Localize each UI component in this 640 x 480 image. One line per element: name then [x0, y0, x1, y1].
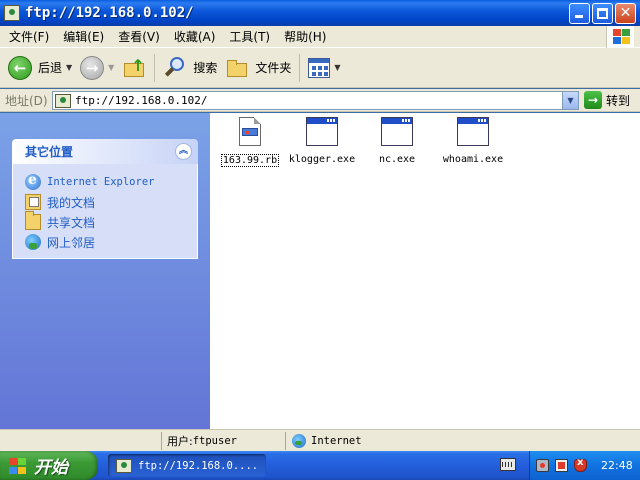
file-item[interactable]: 163.99.rb: [210, 117, 290, 167]
folder-up-icon: ↑: [122, 56, 146, 79]
folders-icon: [225, 57, 249, 79]
maximize-button[interactable]: [592, 3, 613, 24]
internet-zone-icon: [292, 433, 306, 448]
network-places-icon: [25, 234, 41, 250]
ftp-folder-icon: [116, 458, 132, 473]
start-button[interactable]: 开始: [0, 451, 98, 480]
menu-favorites[interactable]: 收藏(A): [167, 27, 223, 47]
close-icon: ✕: [619, 5, 632, 21]
toolbar: ← 后退 ▼ → ▼ ↑ 搜索 文件夹 ▼: [0, 48, 640, 88]
other-places-list: Internet Explorer 我的文档 共享文档 网上邻居: [12, 164, 198, 259]
forward-arrow-icon: →: [80, 55, 105, 80]
taskbar-window-label: ftp://192.168.0....: [138, 459, 259, 472]
views-dropdown-icon[interactable]: ▼: [334, 63, 340, 72]
taskbar-window-button[interactable]: ftp://192.168.0....: [108, 454, 266, 477]
go-button[interactable]: → 转到: [584, 91, 630, 109]
toolbar-divider: [299, 53, 301, 82]
toolbar-divider: [154, 53, 156, 82]
other-places-title: 其它位置: [25, 145, 74, 159]
search-label: 搜索: [193, 61, 218, 75]
my-documents-icon: [25, 194, 41, 210]
address-dropdown-icon[interactable]: ▼: [562, 92, 578, 109]
folders-button[interactable]: 文件夹: [221, 52, 295, 84]
status-user: 用户: ftpuser: [161, 431, 286, 450]
address-input[interactable]: ftp://192.168.0.102/ ▼: [52, 91, 579, 110]
menu-view[interactable]: 查看(V): [111, 27, 167, 47]
place-my-documents[interactable]: 我的文档: [25, 192, 197, 212]
title-bar[interactable]: ftp://192.168.0.102/ ✕: [0, 0, 640, 26]
close-button[interactable]: ✕: [615, 3, 636, 24]
back-arrow-icon: ←: [8, 55, 32, 80]
shared-documents-icon: [25, 211, 41, 230]
go-arrow-icon: →: [584, 91, 602, 109]
ruby-file-icon: [234, 117, 266, 149]
other-places-panel: 其它位置 ︽ Internet Explorer 我的文档 共享文档 网上邻居: [12, 139, 198, 259]
place-label: 共享文档: [47, 215, 96, 230]
collapse-chevron-icon[interactable]: ︽: [175, 143, 192, 160]
forward-dropdown-icon[interactable]: ▼: [108, 63, 114, 72]
window-controls: ✕: [569, 3, 636, 24]
maximize-icon: [597, 8, 608, 19]
file-item[interactable]: klogger.exe: [282, 117, 362, 165]
exe-icon: [381, 117, 413, 149]
menu-file[interactable]: 文件(F): [0, 27, 56, 47]
file-name: klogger.exe: [288, 154, 356, 165]
place-network-places[interactable]: 网上邻居: [25, 232, 197, 252]
network-status-icon[interactable]: [536, 459, 549, 472]
ftp-folder-icon: [55, 93, 71, 108]
menu-help[interactable]: 帮助(H): [277, 27, 333, 47]
zone-label: Internet: [311, 434, 362, 447]
windows-logo-icon: [8, 457, 28, 475]
minimize-button[interactable]: [569, 3, 590, 24]
views-button[interactable]: ▼: [304, 52, 344, 84]
file-name: 163.99.rb: [220, 154, 280, 167]
file-name: whoami.exe: [442, 154, 504, 165]
address-value: ftp://192.168.0.102/: [75, 94, 208, 107]
file-item[interactable]: nc.exe: [357, 117, 437, 165]
keyboard-icon[interactable]: [500, 458, 516, 471]
window-title: ftp://192.168.0.102/: [25, 5, 194, 21]
user-label: 用户:: [167, 434, 193, 448]
file-list: 163.99.rb klogger.exe nc.exe whoami.exe: [210, 113, 640, 429]
views-icon: [308, 57, 331, 78]
place-label: 我的文档: [47, 195, 96, 210]
status-bar: 用户: ftpuser Internet: [0, 429, 640, 451]
place-label: Internet Explorer: [47, 176, 155, 188]
place-shared-documents[interactable]: 共享文档: [25, 211, 197, 232]
forward-button[interactable]: → ▼: [76, 52, 118, 84]
status-zone: Internet: [286, 432, 362, 450]
system-tray: 22:48: [529, 451, 640, 480]
security-shield-icon[interactable]: [574, 457, 587, 472]
menu-tools[interactable]: 工具(T): [222, 27, 277, 47]
menu-edit[interactable]: 编辑(E): [56, 27, 111, 47]
minimize-icon: [575, 15, 583, 18]
address-label: 地址(D): [5, 93, 48, 108]
place-label: 网上邻居: [47, 235, 96, 250]
folders-label: 文件夹: [255, 61, 292, 75]
updates-icon[interactable]: [555, 459, 568, 472]
windows-logo-icon: [606, 26, 634, 48]
user-value: ftpuser: [192, 434, 237, 447]
search-button[interactable]: 搜索: [159, 52, 221, 84]
back-button[interactable]: ← 后退 ▼: [4, 52, 76, 84]
file-item[interactable]: whoami.exe: [433, 117, 513, 165]
exe-icon: [457, 117, 489, 149]
task-pane: 其它位置 ︽ Internet Explorer 我的文档 共享文档 网上邻居: [0, 113, 210, 429]
file-name: nc.exe: [378, 154, 416, 165]
address-bar: 地址(D) ftp://192.168.0.102/ ▼ → 转到: [0, 89, 640, 112]
clock[interactable]: 22:48: [601, 459, 633, 472]
back-label: 后退: [38, 61, 63, 75]
other-places-header[interactable]: 其它位置 ︽: [12, 139, 198, 164]
go-label: 转到: [606, 93, 631, 108]
ftp-folder-icon: [4, 5, 20, 21]
search-icon: [163, 56, 187, 80]
start-label: 开始: [34, 458, 68, 478]
exe-icon: [306, 117, 338, 149]
menu-bar: 文件(F) 编辑(E) 查看(V) 收藏(A) 工具(T) 帮助(H): [0, 26, 640, 48]
back-dropdown-icon[interactable]: ▼: [66, 63, 72, 72]
taskbar: 开始 ftp://192.168.0.... 22:48: [0, 451, 640, 480]
up-folder-button[interactable]: ↑: [118, 52, 150, 84]
internet-explorer-icon: [25, 172, 41, 190]
place-internet-explorer[interactable]: Internet Explorer: [25, 172, 197, 192]
